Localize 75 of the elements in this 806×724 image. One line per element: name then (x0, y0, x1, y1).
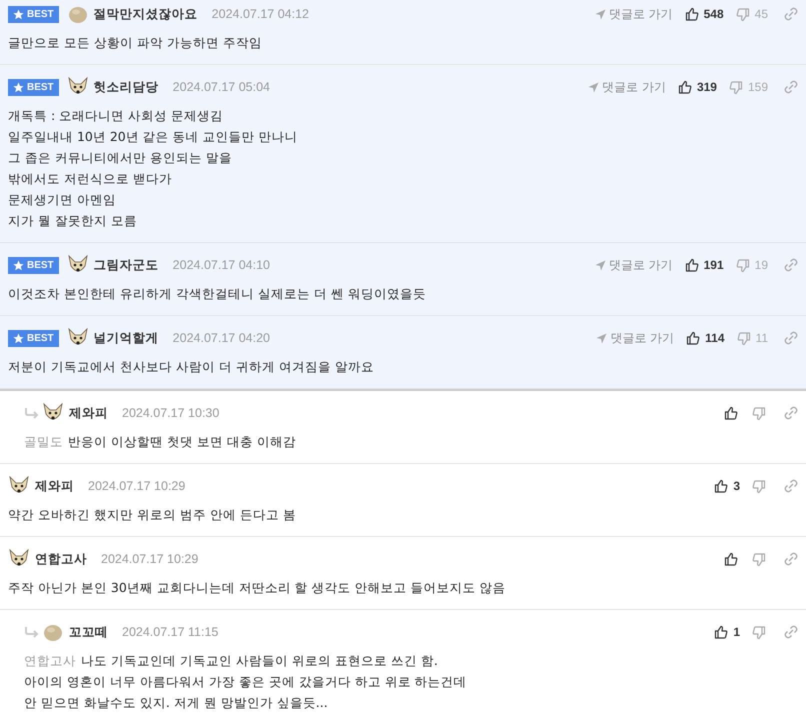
comment-date: 2024.07.17 04:12 (212, 7, 309, 21)
thumbs-up-icon (714, 478, 728, 494)
link-icon[interactable] (784, 80, 798, 94)
send-icon (594, 8, 606, 20)
author-name[interactable]: 연합고사 (35, 550, 87, 568)
comment-text: 안 믿으면 화날수도 있지. 저게 뭔 망발인가 싶을듯... (24, 695, 328, 710)
thumbs-up-icon (678, 80, 692, 94)
best-label: BEST (27, 332, 54, 344)
thumbs-down-icon (728, 80, 743, 94)
like-button[interactable]: 548 (684, 6, 730, 22)
thumbs-up-icon (724, 552, 738, 566)
author-name[interactable]: 그림자군도 (94, 256, 159, 274)
comment-date: 2024.07.17 04:20 (172, 331, 270, 345)
best-label: BEST (27, 82, 54, 92)
star-icon (13, 332, 24, 344)
thumbs-down-icon (752, 624, 766, 640)
thumbs-down-icon (752, 478, 766, 494)
star-icon (13, 82, 24, 92)
like-button[interactable]: 114 (686, 330, 731, 346)
comment-text: 아이의 영혼이 너무 아름다워서 가장 좋은 곳에 갔을거다 하고 위로 하는건데 (24, 674, 467, 689)
star-icon (13, 8, 24, 20)
comment-text: 밖에서도 저런식으로 밷다가 (8, 171, 172, 186)
comment-text: 이것조차 본인한테 유리하게 각색한걸테니 실제로는 더 쎈 워딩이였을듯 (8, 286, 426, 301)
like-button[interactable]: 3 (714, 478, 746, 494)
comment-text: 저분이 기독교에서 천사보다 사람이 더 귀하게 여겨짐을 알까요 (8, 359, 374, 374)
like-button[interactable]: 1 (714, 624, 746, 640)
thumbs-up-icon (686, 330, 700, 346)
link-icon[interactable] (784, 331, 798, 345)
send-icon (596, 332, 608, 344)
comment-text: 그 좁은 커뮤니티에서만 용인되는 말을 (8, 150, 232, 165)
comment-text: 글만으로 모든 상황이 파악 가능하면 주작임 (8, 35, 262, 50)
comment-date: 2024.07.17 10:29 (101, 552, 198, 566)
author-name[interactable]: 절막만지셨잖아요 (94, 6, 198, 22)
best-label: BEST (27, 8, 54, 20)
comment-date: 2024.07.17 10:29 (88, 479, 186, 493)
link-icon[interactable] (784, 625, 798, 639)
like-button[interactable]: 191 (684, 258, 730, 272)
link-icon[interactable] (784, 552, 798, 566)
author-name[interactable]: 널기억할게 (94, 330, 159, 346)
send-icon (588, 82, 600, 92)
link-icon[interactable] (784, 406, 798, 420)
link-icon[interactable] (784, 479, 798, 493)
author-name[interactable]: 헛소리담당 (94, 78, 159, 96)
like-button[interactable]: 319 (678, 80, 723, 94)
best-label: BEST (27, 260, 54, 270)
reply-arrow-icon (24, 407, 40, 419)
comment-text: 문제생기면 아멘임 (8, 192, 116, 207)
star-icon (13, 260, 24, 270)
thumbs-down-icon (752, 552, 766, 566)
comment-date: 2024.07.17 05:04 (172, 80, 270, 94)
thumbs-down-icon (736, 258, 750, 272)
comment-text: 약간 오바하긴 했지만 위로의 범주 안에 든다고 봄 (8, 507, 296, 522)
thumbs-up-icon (724, 406, 738, 420)
thumbs-up-icon (714, 624, 728, 640)
author-name[interactable]: 제와피 (35, 478, 74, 494)
comment-date: 2024.07.17 10:30 (122, 406, 220, 420)
reply-arrow-icon (24, 626, 40, 638)
author-name[interactable]: 꼬꼬떼 (69, 624, 108, 640)
comment-text: 주작 아닌가 본인 30년째 교회다니는데 저딴소리 할 생각도 안해보고 들어보지도 않음 (8, 580, 506, 595)
thumbs-up-icon (684, 6, 699, 22)
comment-date: 2024.07.17 04:10 (172, 258, 270, 272)
link-icon[interactable] (784, 7, 798, 21)
comment-text: 지가 뭘 잘못한지 모름 (8, 213, 137, 228)
thumbs-down-icon (736, 330, 751, 346)
thumbs-up-icon (684, 258, 699, 272)
send-icon (594, 260, 606, 270)
link-icon[interactable] (784, 258, 798, 272)
comment-date: 2024.07.17 11:15 (122, 625, 218, 639)
comment-text: 개독특 : 오래다니면 사회성 문제생김 (8, 108, 224, 123)
thumbs-down-icon (736, 6, 750, 22)
thumbs-down-icon (752, 406, 766, 420)
author-name[interactable]: 제와피 (69, 404, 108, 422)
comment-text: 나도 기독교인데 기독교인 사람들이 위로의 표현으로 쓰긴 함. (81, 653, 438, 668)
comment-text: 일주일내내 10년 20년 같은 동네 교인들만 만나니 (8, 129, 298, 144)
comment-text: 반응이 이상할땐 첫댓 보면 대충 이해감 (68, 434, 296, 449)
